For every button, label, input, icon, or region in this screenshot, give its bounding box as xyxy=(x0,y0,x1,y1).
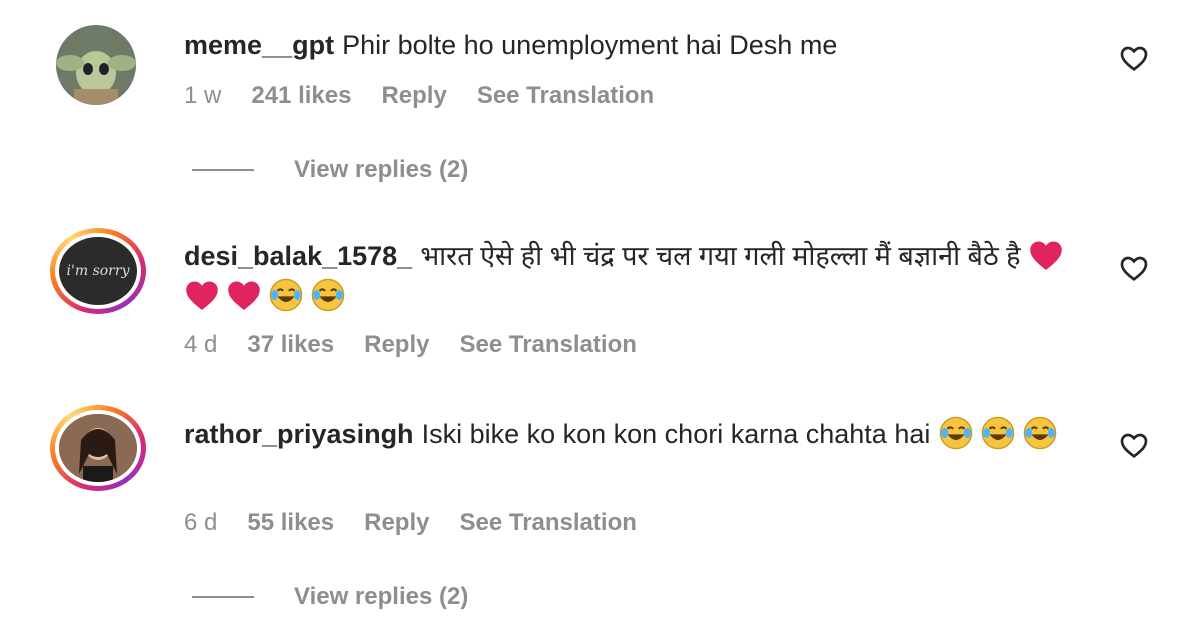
avatar[interactable] xyxy=(56,25,136,105)
comment-body: meme__gpt Phir bolte ho unemployment hai … xyxy=(184,25,1084,65)
view-replies-button[interactable]: View replies (2) xyxy=(192,583,468,611)
comment-meta: 4 d 37 likes Reply See Translation xyxy=(184,331,637,359)
see-translation-button[interactable]: See Translation xyxy=(477,82,654,110)
view-replies-button[interactable]: View replies (2) xyxy=(192,156,468,184)
red-heart-emoji-icon xyxy=(186,281,218,310)
reply-button[interactable]: Reply xyxy=(364,331,429,359)
avatar[interactable] xyxy=(50,405,146,491)
avatar[interactable]: i'm sorry xyxy=(50,228,146,314)
laughing-crying-emoji-icon xyxy=(311,278,345,312)
username[interactable]: desi_balak_1578_ xyxy=(184,241,412,271)
see-translation-button[interactable]: See Translation xyxy=(459,331,636,359)
view-replies-label: View replies (2) xyxy=(294,583,469,610)
timestamp[interactable]: 1 w xyxy=(184,82,221,110)
avatar-text: i'm sorry xyxy=(66,263,130,279)
laughing-crying-emoji-icon xyxy=(1023,416,1057,450)
emoji-row xyxy=(938,416,1064,450)
username[interactable]: meme__gpt xyxy=(184,30,334,60)
likes-count[interactable]: 241 likes xyxy=(251,82,351,110)
timestamp[interactable]: 6 d xyxy=(184,509,217,537)
likes-count[interactable]: 55 likes xyxy=(247,509,334,537)
comment-body: rathor_priyasingh Iski bike ko kon kon ch… xyxy=(184,414,1084,454)
reply-button[interactable]: Reply xyxy=(364,509,429,537)
divider xyxy=(192,596,254,598)
red-heart-emoji-icon xyxy=(1030,241,1062,270)
likes-count[interactable]: 37 likes xyxy=(247,331,334,359)
username[interactable]: rathor_priyasingh xyxy=(184,419,414,449)
comment-meta: 1 w 241 likes Reply See Translation xyxy=(184,82,654,110)
laughing-crying-emoji-icon xyxy=(981,416,1015,450)
like-heart-icon[interactable] xyxy=(1118,42,1150,74)
divider xyxy=(192,169,254,171)
like-heart-icon[interactable] xyxy=(1118,429,1150,461)
view-replies-label: View replies (2) xyxy=(294,156,469,183)
laughing-crying-emoji-icon xyxy=(269,278,303,312)
reply-button[interactable]: Reply xyxy=(381,82,446,110)
comment-body: desi_balak_1578_ भारत ऐसे ही भी चंद्र पर … xyxy=(184,236,1084,316)
comment-text: भारत ऐसे ही भी चंद्र पर चल गया गली मोहल्… xyxy=(420,241,1021,271)
comment-text: Phir bolte ho unemployment hai Desh me xyxy=(342,30,838,60)
see-translation-button[interactable]: See Translation xyxy=(459,509,636,537)
comment-meta: 6 d 55 likes Reply See Translation xyxy=(184,509,637,537)
timestamp[interactable]: 4 d xyxy=(184,331,217,359)
comment-text: Iski bike ko kon kon chori karna chahta … xyxy=(421,419,931,449)
laughing-crying-emoji-icon xyxy=(939,416,973,450)
red-heart-emoji-icon xyxy=(228,281,260,310)
like-heart-icon[interactable] xyxy=(1118,252,1150,284)
